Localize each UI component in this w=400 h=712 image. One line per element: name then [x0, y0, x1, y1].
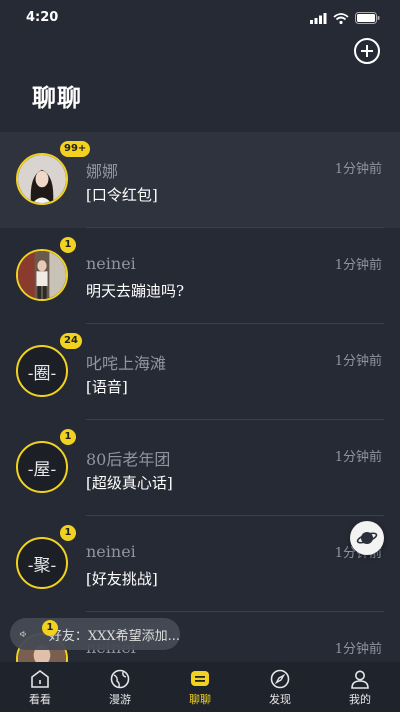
tab-manyou[interactable]: 漫游 — [80, 662, 160, 712]
avatar — [16, 249, 68, 301]
message-time: 1分钟前 — [334, 642, 382, 657]
conversation-item[interactable]: 1 neinei 明天去蹦迪吗? 1分钟前 — [0, 228, 400, 324]
unread-badge: 99+ — [60, 141, 91, 157]
group-avatar: -圈- — [16, 345, 68, 397]
toast-text: 好友：XXX希望添加... — [48, 628, 180, 644]
unread-badge: 1 — [60, 429, 76, 445]
group-avatar: -屋- — [16, 441, 68, 493]
toast-badge: 1 — [42, 620, 58, 636]
tab-liaoliao[interactable]: 聊聊 — [160, 662, 240, 712]
conversation-item[interactable]: -聚- 1 neinei [好友挑战] 1分钟前 — [0, 516, 400, 612]
house-icon — [31, 670, 49, 688]
last-message: [口令红包] — [86, 186, 158, 204]
chat-icon — [191, 671, 209, 686]
last-message: [好友挑战] — [86, 570, 158, 588]
contact-name: 叱咤上海滩 — [86, 354, 167, 373]
planet-icon — [356, 532, 378, 544]
unread-badge: 1 — [60, 525, 76, 541]
bottom-tab-bar: 看看 漫游 聊聊 发现 我的 — [0, 662, 400, 712]
last-message: [超级真心话] — [86, 474, 173, 492]
compass-icon — [270, 669, 290, 689]
group-avatar-label: -聚- — [27, 555, 57, 576]
group-avatar-label: -屋- — [27, 459, 57, 480]
battery-icon — [355, 12, 380, 24]
signal-icon — [310, 12, 327, 24]
conversation-list: 99+ 娜娜 [口令红包] 1分钟前 1 neinei 明天去蹦迪吗? 1分钟前… — [0, 132, 400, 662]
globe-icon — [110, 669, 130, 689]
tab-wode[interactable]: 我的 — [320, 662, 400, 712]
contact-name: neinei — [86, 542, 136, 561]
tab-faxian[interactable]: 发现 — [240, 662, 320, 712]
tab-label: 聊聊 — [189, 693, 211, 706]
status-bar: 4:20 — [0, 0, 400, 36]
person-photo-icon — [18, 155, 66, 203]
friend-request-toast[interactable]: 1 好友：XXX希望添加... — [10, 618, 180, 650]
status-icons — [310, 12, 380, 24]
tab-label: 我的 — [349, 693, 371, 706]
tab-kankan[interactable]: 看看 — [0, 662, 80, 712]
conversation-item[interactable]: -圈- 24 叱咤上海滩 [语音] 1分钟前 — [0, 324, 400, 420]
page-title: 聊聊 — [32, 83, 82, 112]
contact-name: 娜娜 — [86, 162, 119, 181]
message-time: 1分钟前 — [334, 354, 382, 369]
tab-label: 发现 — [269, 693, 291, 706]
message-time: 1分钟前 — [334, 258, 382, 273]
person-photo-icon — [18, 251, 66, 299]
unread-badge: 24 — [60, 333, 82, 349]
last-message: 明天去蹦迪吗? — [86, 282, 185, 300]
message-time: 1分钟前 — [334, 162, 382, 177]
person-icon — [351, 670, 369, 689]
last-message: [语音] — [86, 378, 128, 396]
speaker-icon — [20, 630, 26, 638]
group-avatar: -聚- — [16, 537, 68, 589]
add-button[interactable] — [354, 38, 380, 64]
conversation-item[interactable]: -屋- 1 80后老年团 [超级真心话] 1分钟前 — [0, 420, 400, 516]
planet-float-button[interactable] — [350, 521, 384, 555]
avatar — [16, 153, 68, 205]
tab-label: 看看 — [29, 693, 51, 706]
unread-badge: 1 — [60, 237, 76, 253]
group-avatar-label: -圈- — [27, 363, 57, 384]
wifi-icon — [333, 12, 349, 24]
contact-name: 80后老年团 — [86, 450, 171, 469]
status-time: 4:20 — [26, 10, 59, 25]
conversation-item[interactable]: 99+ 娜娜 [口令红包] 1分钟前 — [0, 132, 400, 228]
tab-label: 漫游 — [109, 693, 131, 706]
contact-name: neinei — [86, 254, 136, 273]
message-time: 1分钟前 — [334, 450, 382, 465]
